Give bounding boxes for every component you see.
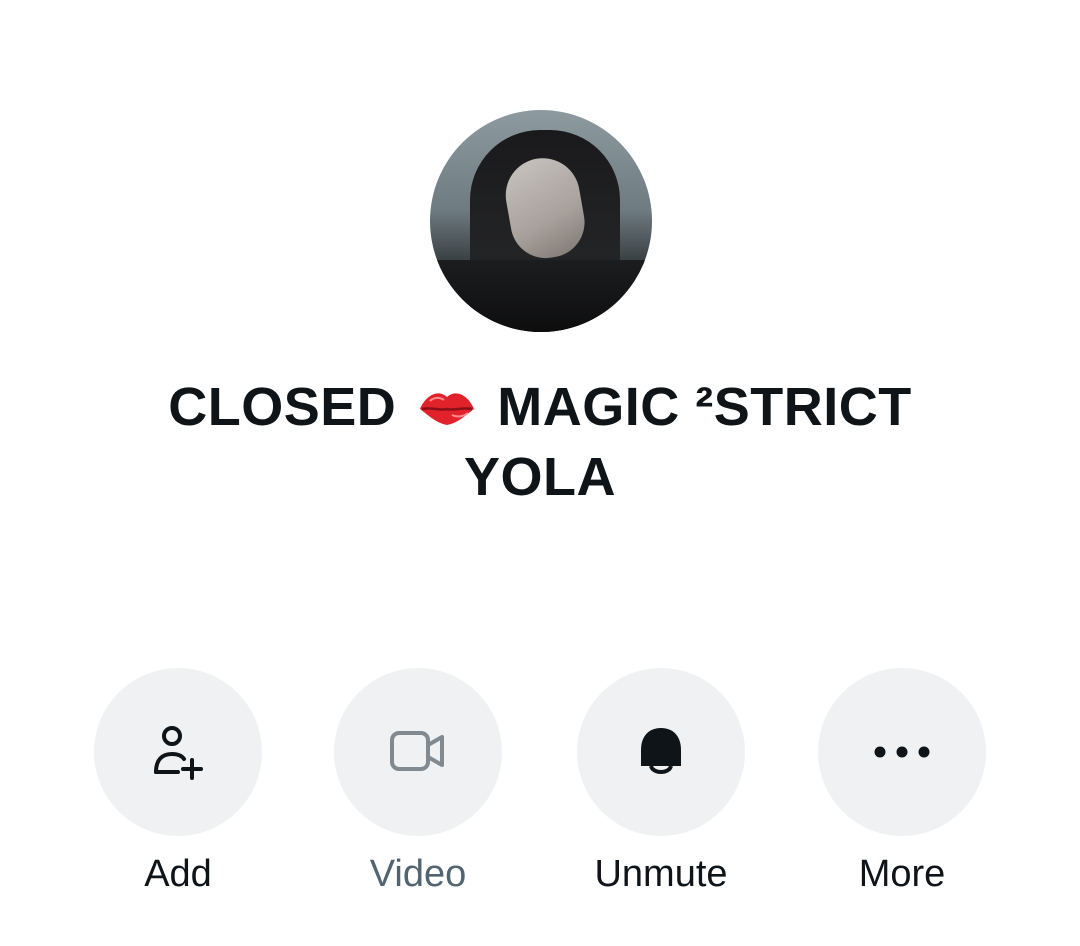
more-button[interactable]: More: [802, 668, 1002, 896]
name-part-closed: CLOSED: [168, 377, 397, 437]
avatar-shoulder: [430, 260, 652, 332]
unmute-button[interactable]: Unmute: [561, 668, 761, 896]
name-part-strict: STRICT: [713, 377, 912, 437]
video-button[interactable]: Video: [318, 668, 518, 896]
more-dots-icon: [874, 746, 930, 758]
action-bar: Add Video Unmute More: [0, 668, 1080, 908]
video-camera-icon: [390, 731, 444, 771]
add-button-circle[interactable]: [94, 668, 262, 836]
profile-avatar[interactable]: [430, 110, 652, 332]
profile-name: CLOSED MAGIC ²STRICT YOLA: [0, 372, 1080, 512]
video-label: Video: [369, 853, 467, 895]
add-label: Add: [144, 853, 212, 895]
name-line2: YOLA: [463, 447, 616, 507]
bell-icon: [641, 728, 681, 774]
unmute-button-circle[interactable]: [577, 668, 745, 836]
add-button[interactable]: Add: [78, 668, 278, 896]
name-part-magic: MAGIC: [497, 377, 680, 437]
video-button-circle[interactable]: [334, 668, 502, 836]
more-button-circle[interactable]: [818, 668, 986, 836]
unmute-label: Unmute: [594, 853, 728, 895]
add-person-icon: [154, 726, 203, 780]
name-superscript: ²: [695, 377, 714, 437]
more-label: More: [858, 853, 946, 895]
kiss-mark-icon: [419, 393, 474, 425]
